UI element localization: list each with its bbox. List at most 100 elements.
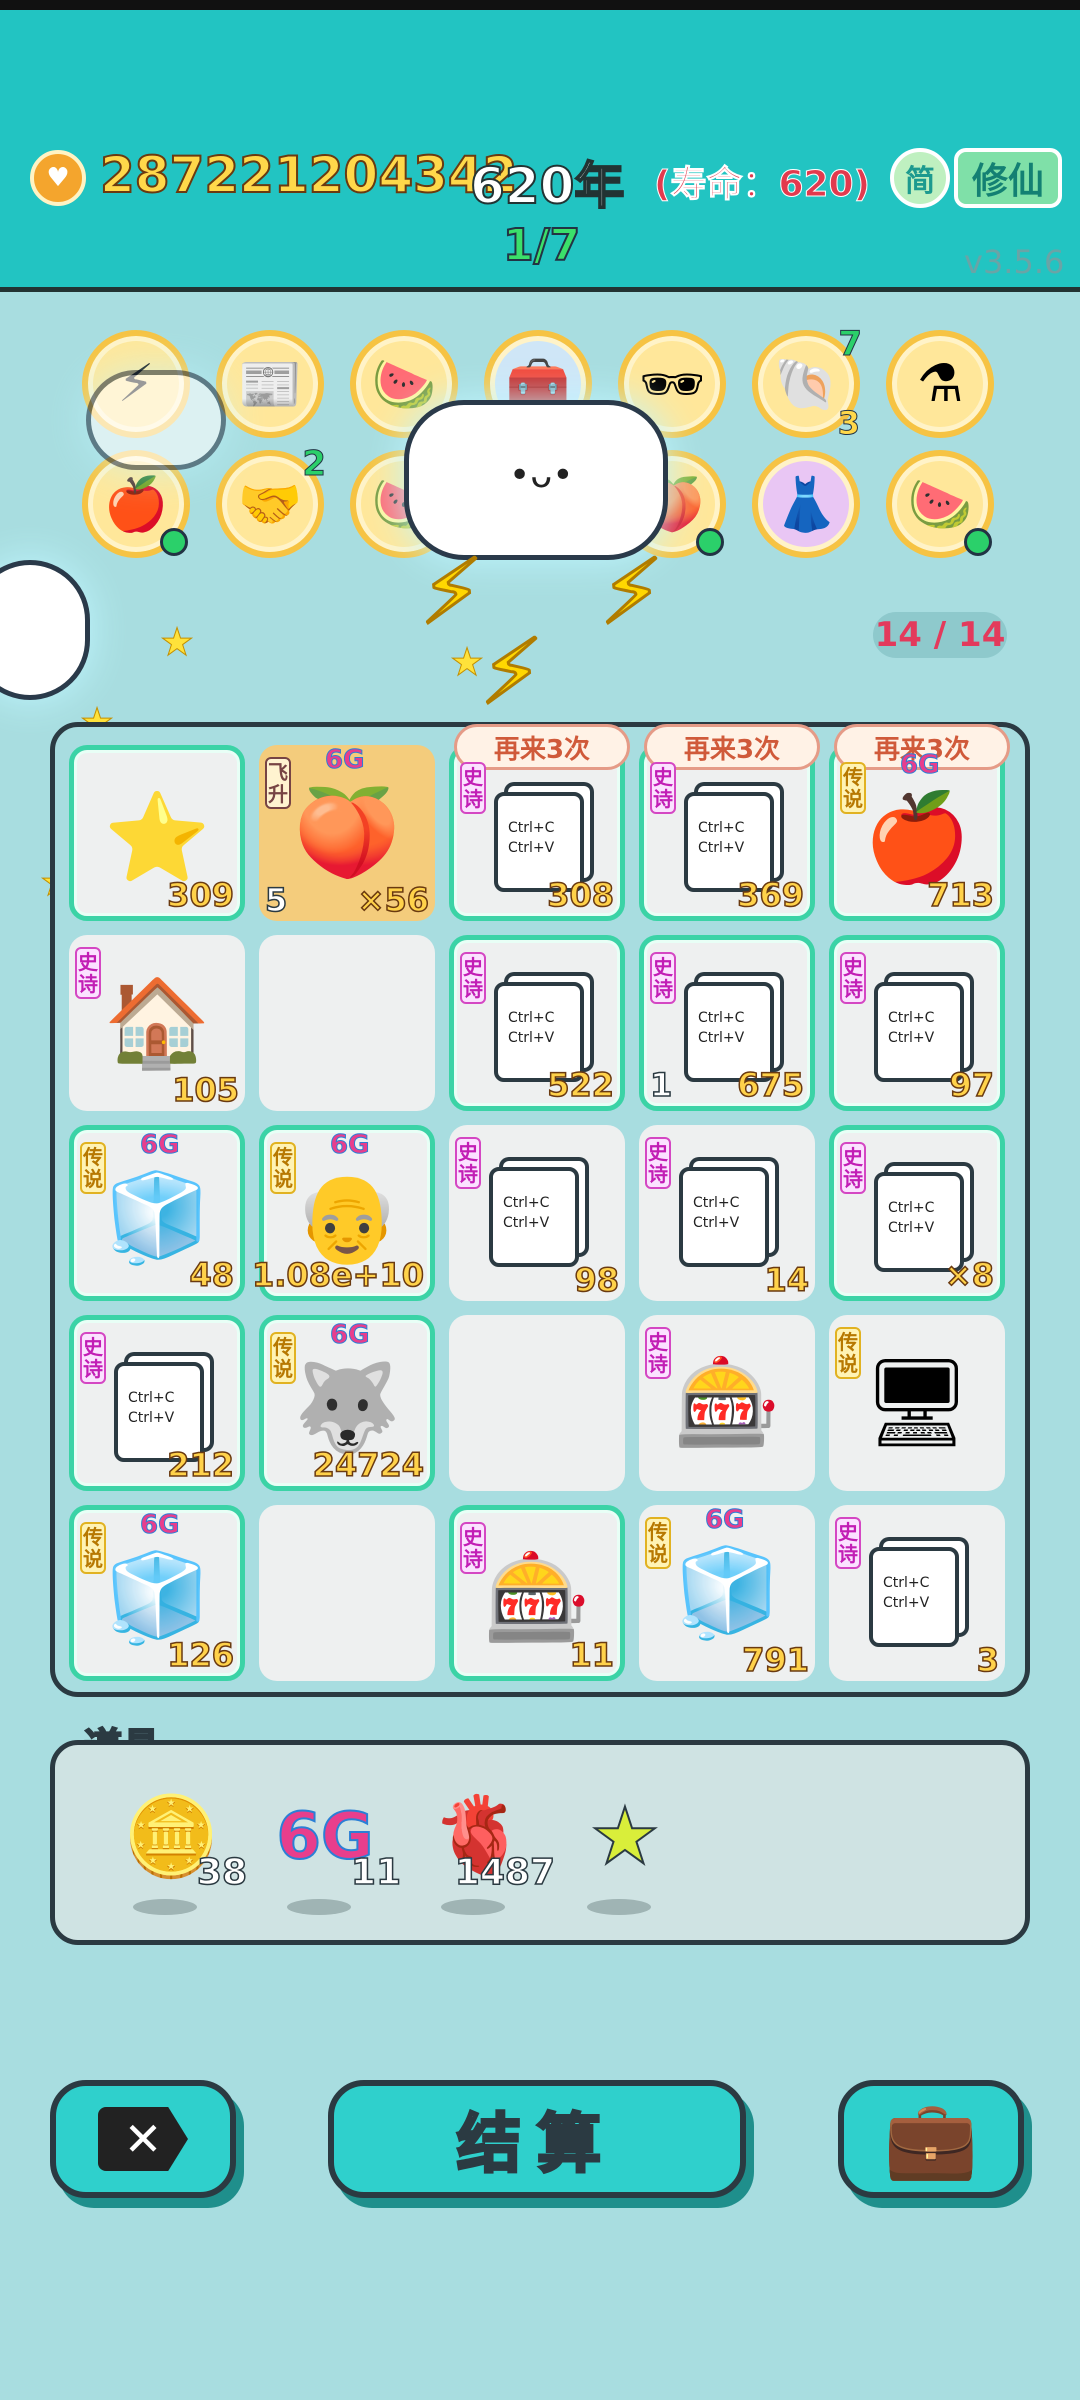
board-cell[interactable]: 传说 6G 👴 1.08e+10	[251, 1125, 435, 1301]
copy-paste-icon: Ctrl+C Ctrl+V	[869, 1547, 959, 1647]
fruit-icon: 🍉	[907, 474, 973, 535]
rarity-tag: 史诗	[840, 1142, 866, 1194]
version-label: v3.5.6	[964, 243, 1065, 281]
top-bar: ♥ 287221204342 620年 (寿命：620) 简 修仙 1/7 v3…	[0, 0, 1080, 292]
board-cell[interactable]: ⭐ 309	[69, 745, 245, 921]
cloud-face-icon: •ᴗ•	[509, 455, 574, 496]
cell-value: 14	[764, 1260, 810, 1300]
board-cell[interactable]: 传说 6G 🧊 48	[69, 1125, 245, 1301]
board-cell[interactable]: 传说 6G 🐺 24724	[259, 1315, 435, 1491]
settle-button[interactable]: 结算	[328, 2080, 746, 2198]
magazine-icon: 📰	[237, 354, 303, 415]
fruit-icon: 🍎	[103, 474, 169, 535]
skirt-icon: 👗	[773, 474, 839, 535]
active-dot	[696, 528, 724, 556]
board-cell[interactable]	[259, 935, 435, 1111]
board-cell[interactable]: 再来3次 传说 6G 🍎 713	[829, 724, 1010, 921]
coin-qty: 38	[196, 1851, 248, 1894]
6g-label: 6G	[704, 1505, 745, 1536]
cell-value: 11	[569, 1635, 615, 1675]
rarity-tag: 史诗	[80, 1332, 106, 1384]
shell-relic[interactable]: 🐚 7 3	[752, 324, 862, 443]
cell-value: 309	[166, 875, 234, 915]
cell-value: 1.08e+10	[251, 1255, 425, 1295]
board-cell[interactable]: 史诗 Ctrl+C Ctrl+V 97	[829, 935, 1005, 1111]
cell-left-value: 5	[264, 880, 288, 920]
board-cell[interactable]: 史诗 Ctrl+C Ctrl+V 212	[69, 1315, 245, 1491]
cell-value: 48	[189, 1255, 235, 1295]
item-shadow	[133, 1899, 197, 1915]
board-cell[interactable]: 再来3次 史诗 Ctrl+C Ctrl+V 369	[639, 724, 820, 921]
handshake-icon: 🤝	[237, 474, 303, 535]
board-cell[interactable]: 传说 6G 🧊 791	[639, 1505, 815, 1681]
fridge-icon: 🧊	[673, 1543, 781, 1643]
husky-icon: 🐺	[293, 1358, 401, 1458]
board-cell[interactable]: 史诗 🏠 105	[69, 935, 245, 1111]
cell-value: 713	[926, 875, 994, 915]
lightning-bolt-icon: ⚡	[418, 539, 484, 647]
time-magazine-relic[interactable]: 📰	[216, 330, 324, 438]
rarity-tag: 史诗	[835, 1517, 861, 1569]
board-cell[interactable]: 史诗 🎰 11	[449, 1505, 625, 1681]
skirt-relic[interactable]: 👗	[752, 450, 860, 558]
star-item[interactable]: ★	[565, 1787, 685, 1915]
cell-value: 308	[546, 875, 614, 915]
close-icon: ✕	[98, 2107, 188, 2171]
liver-qty: 1487	[454, 1851, 556, 1894]
fruit-bowl-relic-5[interactable]: 🍉	[886, 450, 994, 558]
close-button[interactable]: ✕	[50, 2080, 236, 2198]
cell-value: 98	[574, 1260, 620, 1300]
faded-cloud	[86, 370, 226, 470]
rarity-tag: 史诗	[460, 762, 486, 814]
copy-paste-icon: Ctrl+C Ctrl+V	[489, 1167, 579, 1267]
6g-label: 6G	[329, 1320, 370, 1351]
cell-value: 522	[546, 1065, 614, 1105]
board-cell[interactable]: 传说 🖥	[829, 1315, 1005, 1491]
board-cell[interactable]: 史诗 Ctrl+C Ctrl+V 3	[829, 1505, 1005, 1681]
rarity-tag: 史诗	[460, 952, 486, 1004]
shell-icon: 🐚	[773, 354, 839, 415]
cell-value: 24724	[312, 1445, 425, 1485]
star-burst-icon: ⭐	[103, 788, 211, 888]
stage-indicator: 1/7	[502, 219, 581, 272]
handshake-relic[interactable]: 🤝 2	[216, 444, 326, 558]
graphics-card-icon: 🖥	[862, 1353, 972, 1453]
board-cell[interactable]	[449, 1315, 625, 1491]
board-cell[interactable]: 史诗 Ctrl+C Ctrl+V 1 675	[639, 935, 815, 1111]
coin-item[interactable]: 🪙 38	[111, 1787, 248, 1915]
heart-coin-icon: ♥	[30, 150, 86, 206]
item-shadow	[287, 1899, 351, 1915]
cell-left-value: 1	[649, 1065, 673, 1105]
cell-value: 126	[166, 1635, 234, 1675]
coin-total: 287221204342	[99, 145, 518, 205]
board-cell[interactable]: 飞升 6G 🍑 5 ×56	[259, 745, 435, 921]
potion-relic[interactable]: ⚗	[886, 330, 994, 438]
board-cell[interactable]: 再来3次 史诗 Ctrl+C Ctrl+V 308	[449, 724, 630, 921]
language-toggle-button[interactable]: 简	[890, 148, 950, 208]
liver-item[interactable]: 🫀 1487	[419, 1787, 556, 1915]
board-cell[interactable]	[259, 1505, 435, 1681]
years-counter: 620年	[469, 156, 625, 216]
board-counter: 14 / 14	[873, 612, 1007, 658]
rarity-tag: 史诗	[455, 1137, 481, 1189]
board-cell[interactable]: 史诗 Ctrl+C Ctrl+V 522	[449, 935, 625, 1111]
board-cell[interactable]: 史诗 🎰	[639, 1315, 815, 1491]
tent-icon: 🏠	[103, 973, 211, 1073]
board-cell[interactable]: 史诗 Ctrl+C Ctrl+V 98	[449, 1125, 625, 1301]
item-shadow	[441, 1899, 505, 1915]
6g-item[interactable]: 6G 11	[265, 1787, 402, 1915]
6g-label: 6G	[139, 1510, 180, 1541]
board-cell[interactable]: 史诗 Ctrl+C Ctrl+V ×8	[829, 1125, 1005, 1301]
old-man-icon: 👴	[293, 1168, 401, 1268]
handshake-count: 2	[302, 444, 327, 485]
board-cell[interactable]: 史诗 Ctrl+C Ctrl+V 14	[639, 1125, 815, 1301]
xiuxian-button[interactable]: 修仙	[954, 148, 1062, 208]
side-cloud	[0, 560, 90, 700]
rarity-tag: 史诗	[645, 1137, 671, 1189]
thunder-cloud: •ᴗ•	[404, 400, 668, 560]
mango-icon: 🍎	[863, 788, 971, 888]
board-cell[interactable]: 传说 6G 🧊 126	[69, 1505, 245, 1681]
inventory-button[interactable]: 💼	[838, 2080, 1024, 2198]
cell-value: 105	[171, 1070, 239, 1110]
star-icon: ★	[159, 620, 195, 665]
